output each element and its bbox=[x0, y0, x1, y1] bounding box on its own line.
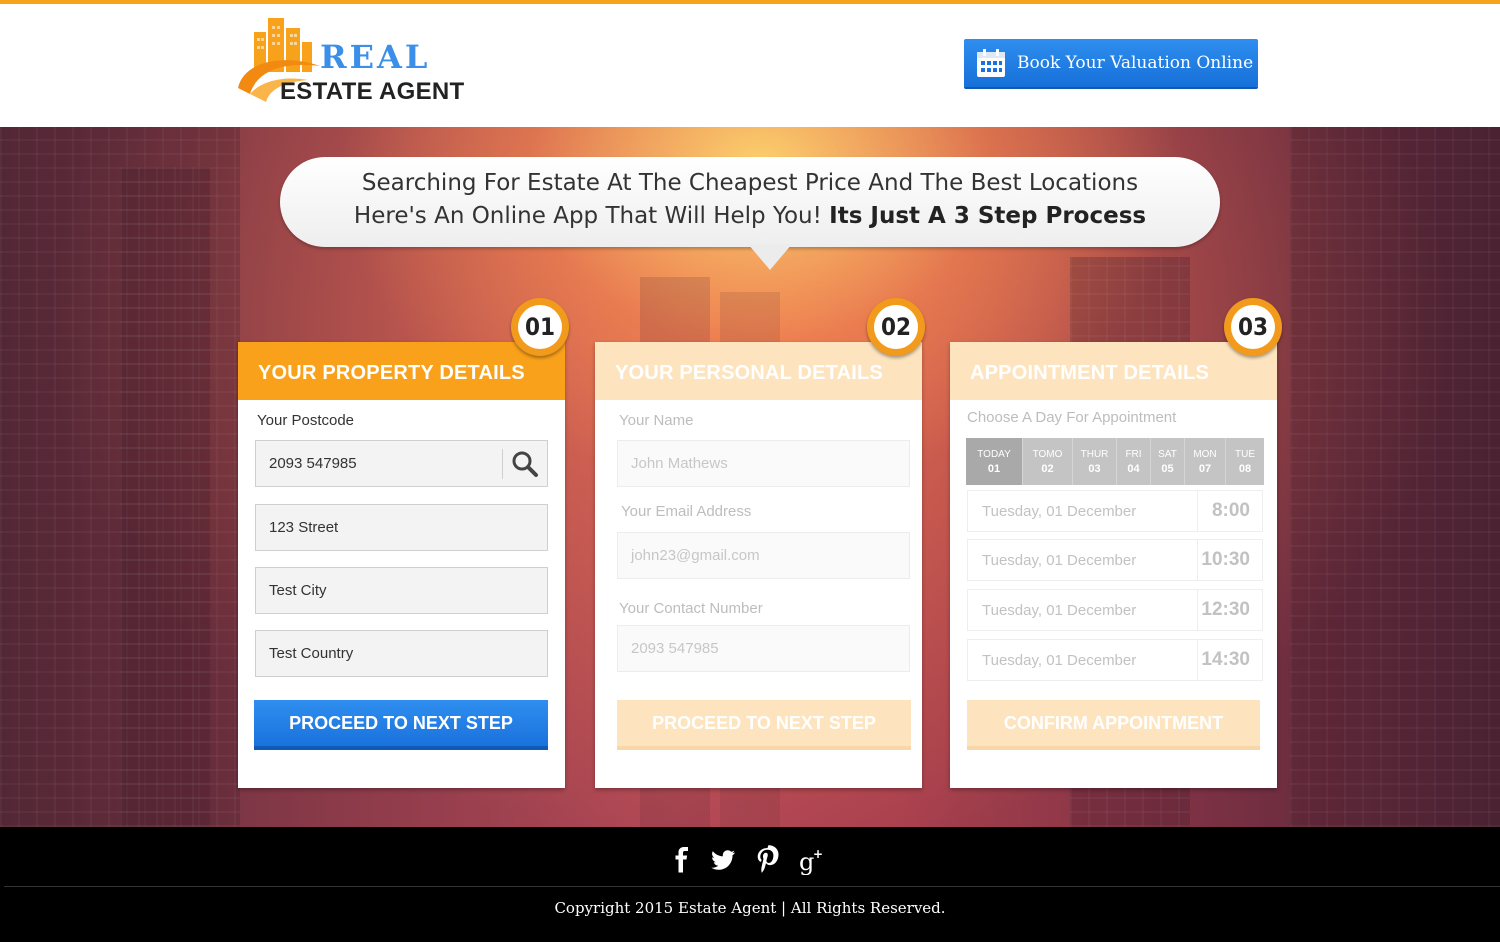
step1-number: 01 bbox=[518, 305, 562, 349]
step2-proceed-button[interactable]: PROCEED TO NEXT STEP bbox=[617, 700, 911, 750]
step1-badge: 01 bbox=[511, 298, 569, 356]
facebook-icon[interactable] bbox=[667, 845, 697, 875]
name-value: John Mathews bbox=[631, 455, 728, 472]
slot-date: Tuesday, 01 December bbox=[982, 602, 1137, 619]
slot-time: 8:00 bbox=[1211, 500, 1250, 521]
step2-title: YOUR PERSONAL DETAILS bbox=[615, 362, 883, 384]
day-tab[interactable]: TOMO 02 bbox=[1023, 438, 1073, 485]
postcode-label: Your Postcode bbox=[257, 412, 355, 429]
day-number: 08 bbox=[1238, 463, 1252, 475]
speech-bubble-tail bbox=[748, 244, 792, 270]
step3-card: APPOINTMENT DETAILS Choose A Day For App… bbox=[950, 342, 1277, 788]
postcode-value: 2093 547985 bbox=[269, 455, 357, 472]
day-name: FRI bbox=[1125, 449, 1142, 460]
intro-line-2: Here's An Online App That Will Help You!… bbox=[280, 200, 1220, 233]
street-value: 123 Street bbox=[269, 519, 339, 536]
day-number: 07 bbox=[1198, 463, 1212, 475]
intro-line-1: Searching For Estate At The Cheapest Pri… bbox=[361, 170, 1139, 196]
pinterest-icon[interactable] bbox=[752, 845, 782, 875]
day-name: MON bbox=[1193, 449, 1217, 460]
book-valuation-button[interactable]: Book Your Valuation Online bbox=[964, 39, 1258, 87]
city-value: Test City bbox=[269, 582, 327, 599]
day-name: THUR bbox=[1080, 449, 1109, 460]
day-tab[interactable]: SAT 05 bbox=[1151, 438, 1185, 485]
intro-speech-bubble: Searching For Estate At The Cheapest Pri… bbox=[280, 157, 1220, 247]
time-slot[interactable]: Tuesday, 01 December 12:30 bbox=[967, 589, 1263, 631]
day-name: TUE bbox=[1235, 449, 1255, 460]
step2-number: 02 bbox=[874, 305, 918, 349]
street-input[interactable]: 123 Street bbox=[255, 504, 548, 551]
day-number: 01 bbox=[987, 463, 1001, 475]
slot-time: 12:30 bbox=[1201, 599, 1250, 620]
step1-card: YOUR PROPERTY DETAILS Your Postcode 2093… bbox=[238, 342, 565, 788]
step3-number: 03 bbox=[1231, 305, 1275, 349]
slot-divider bbox=[1197, 491, 1198, 531]
country-input[interactable]: Test Country bbox=[255, 630, 548, 677]
slot-divider bbox=[1197, 540, 1198, 580]
email-label: Your Email Address bbox=[621, 503, 752, 520]
phone-input[interactable]: 2093 547985 bbox=[617, 625, 910, 672]
slot-divider bbox=[1197, 590, 1198, 630]
day-tab[interactable]: MON 07 bbox=[1185, 438, 1226, 485]
step1-title: YOUR PROPERTY DETAILS bbox=[258, 362, 525, 384]
copyright-text: Copyright 2015 Estate Agent | All Rights… bbox=[554, 899, 946, 917]
step2-header: YOUR PERSONAL DETAILS bbox=[595, 342, 922, 400]
day-tab[interactable]: FRI 04 bbox=[1117, 438, 1151, 485]
svg-text:+: + bbox=[813, 847, 823, 861]
step1-header: YOUR PROPERTY DETAILS bbox=[238, 342, 565, 400]
slot-date: Tuesday, 01 December bbox=[982, 503, 1137, 520]
day-number: 04 bbox=[1127, 463, 1140, 475]
book-valuation-label: Book Your Valuation Online bbox=[1017, 53, 1254, 73]
phone-label: Your Contact Number bbox=[619, 600, 763, 617]
day-picker: TODAY 01 TOMO 02 THUR 03 FRI 04 SAT 05 MON 07 … bbox=[966, 438, 1264, 485]
slot-time: 14:30 bbox=[1201, 649, 1250, 670]
city-input[interactable]: Test City bbox=[255, 567, 548, 614]
site-header bbox=[0, 4, 1500, 127]
day-number: 02 bbox=[1041, 463, 1054, 475]
country-value: Test Country bbox=[269, 645, 354, 662]
twitter-icon[interactable] bbox=[708, 845, 738, 875]
intro-line-2-text: Here's An Online App That Will Help You! bbox=[353, 203, 830, 229]
step3-badge: 03 bbox=[1224, 298, 1282, 356]
time-slot[interactable]: Tuesday, 01 December 10:30 bbox=[967, 539, 1263, 581]
day-name: SAT bbox=[1158, 449, 1177, 460]
slot-divider bbox=[1197, 640, 1198, 680]
logo[interactable]: REAL ESTATE AGENT bbox=[236, 10, 476, 110]
slot-date: Tuesday, 01 December bbox=[982, 652, 1137, 669]
site-footer bbox=[0, 827, 1500, 942]
name-input[interactable]: John Mathews bbox=[617, 440, 910, 487]
confirm-appointment-button[interactable]: CONFIRM APPOINTMENT bbox=[967, 700, 1260, 750]
choose-day-label: Choose A Day For Appointment bbox=[967, 409, 1177, 426]
day-number: 05 bbox=[1161, 463, 1174, 475]
slot-time: 10:30 bbox=[1201, 549, 1250, 570]
phone-value: 2093 547985 bbox=[631, 640, 719, 657]
google-plus-icon[interactable]: g + bbox=[798, 845, 828, 875]
day-tab[interactable]: TUE 08 bbox=[1226, 438, 1264, 485]
logo-text-top: REAL bbox=[320, 38, 431, 76]
email-input[interactable]: john23@gmail.com bbox=[617, 532, 910, 579]
postcode-input[interactable]: 2093 547985 bbox=[255, 440, 548, 487]
postcode-divider bbox=[502, 449, 503, 479]
intro-line-2-bold: Its Just A 3 Step Process bbox=[829, 203, 1147, 229]
day-tab[interactable]: TODAY 01 bbox=[966, 438, 1023, 485]
search-icon[interactable] bbox=[511, 450, 539, 478]
slot-date: Tuesday, 01 December bbox=[982, 552, 1137, 569]
step3-header: APPOINTMENT DETAILS bbox=[950, 342, 1277, 400]
logo-text-bottom: ESTATE AGENT bbox=[280, 78, 465, 105]
time-slot[interactable]: Tuesday, 01 December 8:00 bbox=[967, 490, 1263, 532]
step2-badge: 02 bbox=[867, 298, 925, 356]
time-slot[interactable]: Tuesday, 01 December 14:30 bbox=[967, 639, 1263, 681]
footer-divider bbox=[4, 886, 1500, 887]
step3-title: APPOINTMENT DETAILS bbox=[970, 362, 1209, 384]
step2-card: YOUR PERSONAL DETAILS Your Name John Mat… bbox=[595, 342, 922, 788]
day-name: TOMO bbox=[1032, 449, 1063, 460]
calendar-icon bbox=[977, 49, 1005, 77]
day-tab[interactable]: THUR 03 bbox=[1073, 438, 1117, 485]
day-name: TODAY bbox=[977, 449, 1011, 460]
step1-proceed-button[interactable]: PROCEED TO NEXT STEP bbox=[254, 700, 548, 750]
day-number: 03 bbox=[1088, 463, 1101, 475]
email-value: john23@gmail.com bbox=[631, 547, 760, 564]
name-label: Your Name bbox=[619, 412, 694, 429]
